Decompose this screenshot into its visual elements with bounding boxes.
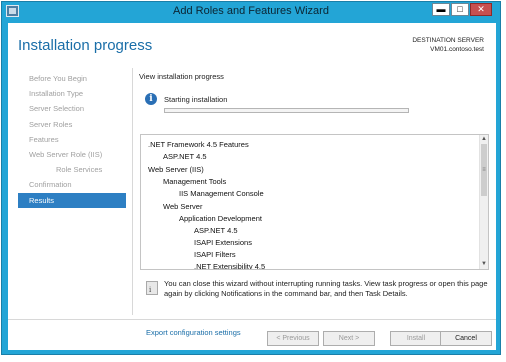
nav-item-results[interactable]: Results xyxy=(18,192,126,208)
footer-divider xyxy=(8,319,496,320)
info-icon: i xyxy=(145,93,157,105)
nav-item-confirmation: Confirmation xyxy=(29,180,72,190)
maximize-button[interactable]: □ xyxy=(451,3,469,16)
feature-item: ISAPI Extensions xyxy=(194,238,252,247)
wizard-client-area: Installation progress DESTINATION SERVER… xyxy=(8,23,496,350)
destination-server-info: DESTINATION SERVER VM01.contoso.test xyxy=(412,36,484,54)
view-progress-label: View installation progress xyxy=(139,72,224,81)
cancel-button[interactable]: Cancel xyxy=(440,331,492,346)
next-button[interactable]: Next > xyxy=(323,331,375,346)
feature-item: .NET Framework 4.5 Features xyxy=(148,140,249,149)
nav-item-role-services: Role Services xyxy=(56,165,103,175)
feature-item: ASP.NET 4.5 xyxy=(163,152,207,161)
destination-server-name: VM01.contoso.test xyxy=(430,46,484,53)
minimize-button[interactable]: ▬ xyxy=(432,3,450,16)
nav-item-web-server-role: Web Server Role (IIS) xyxy=(29,149,103,159)
wizard-window: Add Roles and Features Wizard ▬ □ ✕ Inst… xyxy=(1,1,501,355)
feature-item: Application Development xyxy=(179,214,262,223)
scroll-up-arrow-icon[interactable]: ▲ xyxy=(480,135,488,144)
nav-item-installation-type: Installation Type xyxy=(29,89,84,99)
previous-button[interactable]: < Previous xyxy=(267,331,319,346)
feature-item: Web Server xyxy=(163,202,203,211)
installation-progress-bar xyxy=(164,108,409,113)
wizard-nav: Before You Begin Installation Type Serve… xyxy=(18,71,126,208)
installation-status: Starting installation xyxy=(164,95,228,104)
feature-item: Web Server (IIS) xyxy=(148,165,204,174)
page-title: Installation progress xyxy=(18,37,153,54)
title-bar[interactable]: Add Roles and Features Wizard ▬ □ ✕ xyxy=(2,2,500,22)
nav-item-features: Features xyxy=(29,134,59,144)
window-title: Add Roles and Features Wizard xyxy=(173,5,329,17)
close-wizard-note: You can close this wizard without interr… xyxy=(164,279,488,298)
feature-list[interactable]: .NET Framework 4.5 Features ASP.NET 4.5 … xyxy=(140,134,489,270)
export-configuration-link[interactable]: Export configuration settings xyxy=(146,328,241,337)
scroll-thumb[interactable]: ≡ xyxy=(481,144,487,196)
close-button[interactable]: ✕ xyxy=(470,3,492,16)
feature-item: ISAPI Filters xyxy=(194,250,236,259)
nav-item-before-you-begin: Before You Begin xyxy=(29,74,87,83)
scroll-down-arrow-icon[interactable]: ▼ xyxy=(480,260,488,269)
feature-item: Management Tools xyxy=(163,177,227,186)
nav-item-server-selection: Server Selection xyxy=(29,104,85,114)
feature-item: ASP.NET 4.5 xyxy=(194,226,238,235)
install-button[interactable]: Install xyxy=(390,331,442,346)
feature-item: IIS Management Console xyxy=(179,189,264,198)
notification-flag-icon xyxy=(146,281,158,295)
feature-list-scrollbar[interactable]: ▲ ≡ ▼ xyxy=(479,135,488,269)
destination-label: DESTINATION SERVER xyxy=(412,37,484,44)
feature-item: .NET Extensibility 4.5 xyxy=(194,262,266,270)
nav-item-server-roles: Server Roles xyxy=(29,119,73,129)
nav-divider xyxy=(132,68,133,315)
